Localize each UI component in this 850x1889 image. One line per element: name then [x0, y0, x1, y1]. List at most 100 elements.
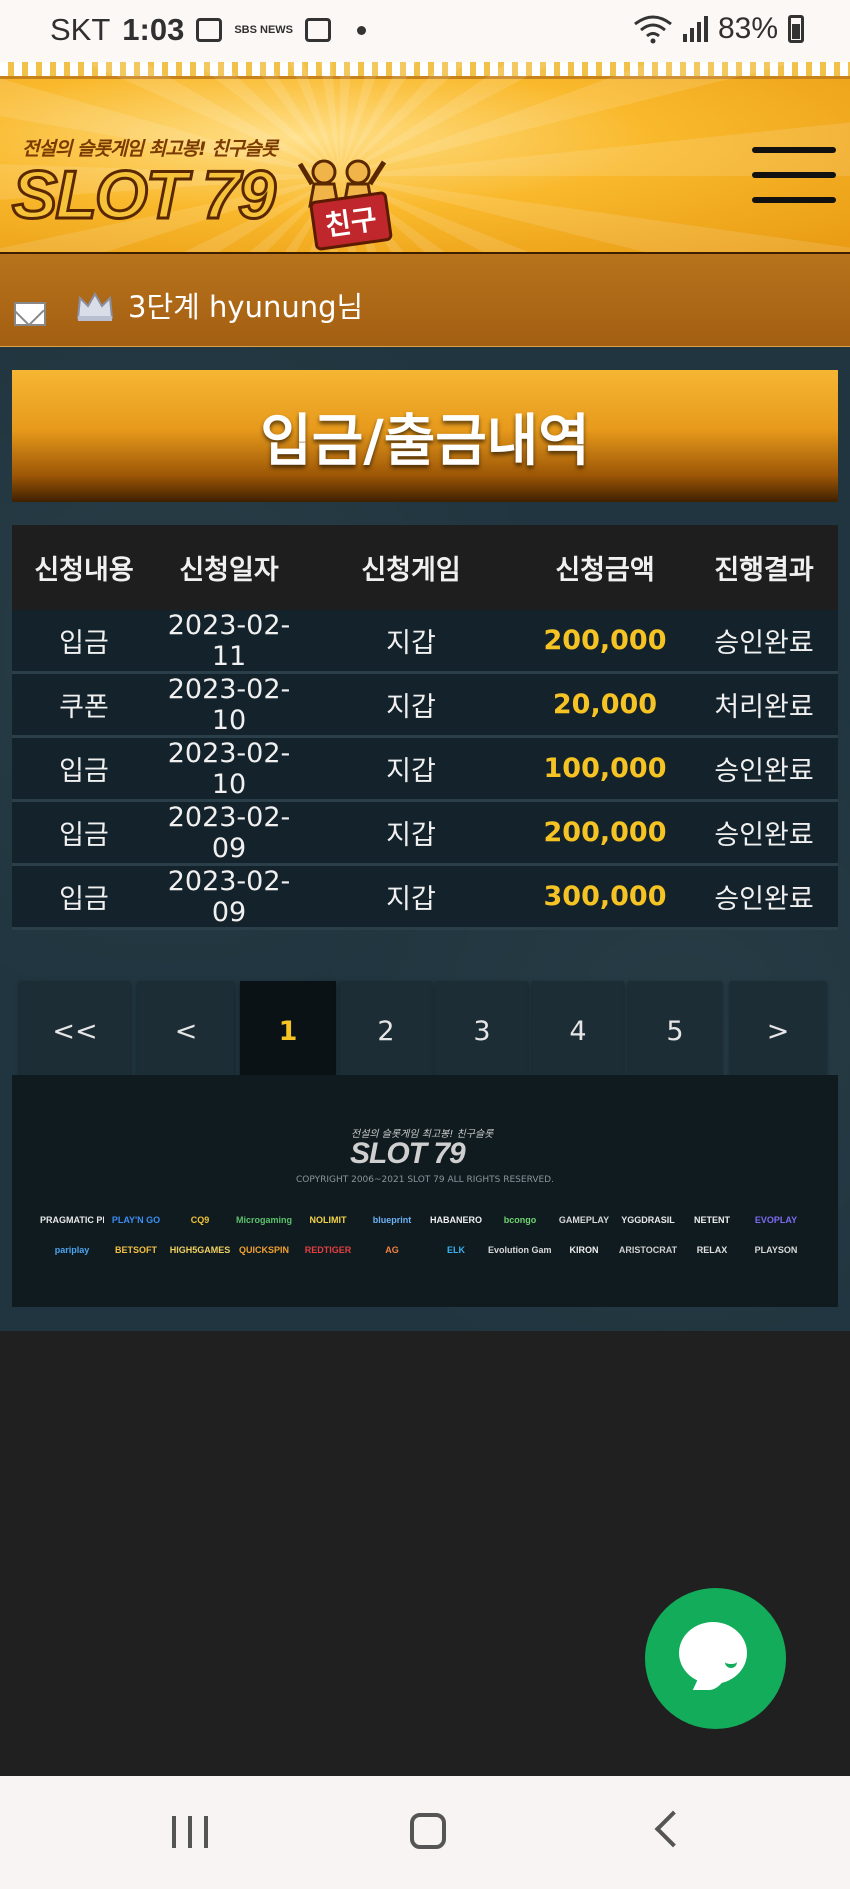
provider-logo: BETSOFT: [115, 1245, 157, 1255]
cell-amount: 300,000: [543, 881, 667, 912]
page-title: 입금/출금내역: [260, 408, 590, 474]
site-header: 전설의 슬롯게임 최고봉! 친구슬롯 SLOT 79 친구: [0, 62, 850, 252]
table-row: 쿠폰 2023-02-10 지갑 20,000 처리완료: [12, 674, 838, 738]
user-bar: 3단계 hyunung님: [0, 252, 850, 349]
cell-game: 지갑: [386, 884, 436, 915]
hamburger-menu-icon[interactable]: [752, 147, 836, 209]
provider-logo: KIRON: [569, 1245, 599, 1255]
provider-logo: Evolution Gaming: [488, 1245, 552, 1255]
table-header: 신청내용 신청일자 신청게임 신청금액 진행결과: [12, 525, 838, 610]
page-button-5[interactable]: 5: [628, 981, 722, 1081]
first-page-button[interactable]: <<: [20, 981, 130, 1081]
cell-type: 입금: [59, 756, 109, 787]
next-page-button[interactable]: >: [730, 981, 826, 1081]
logo-badge: 친구: [308, 190, 393, 252]
table-row: 입금 2023-02-09 지갑 200,000 승인완료: [12, 802, 838, 866]
logo-text: SLOT 79: [11, 156, 278, 235]
cell-game: 지갑: [386, 820, 436, 851]
system-nav-bar: [0, 1776, 850, 1889]
transaction-table: 신청내용 신청일자 신청게임 신청금액 진행결과 입금 2023-02-11 지…: [12, 525, 838, 930]
provider-logo: NETENT: [694, 1215, 730, 1225]
pagination: << < 1 2 3 4 5 >: [20, 981, 830, 1081]
prev-page-button[interactable]: <: [138, 981, 234, 1081]
provider-logo: HIGH5GAMES: [169, 1245, 231, 1255]
cell-game: 지갑: [386, 628, 436, 659]
cell-date: 2023-02-10: [167, 673, 291, 736]
footer-logo-text: SLOT 79: [350, 1137, 466, 1170]
cell-amount: 200,000: [543, 817, 667, 848]
cell-result: 처리완료: [714, 692, 814, 723]
provider-logo: ARISTOCRAT: [618, 1245, 678, 1255]
provider-logo: RELAX: [696, 1245, 728, 1255]
signal-icon: [682, 16, 708, 42]
provider-logos: PRAGMATIC PLAY PLAY'N GO CQ9 Microgaming…: [40, 1205, 820, 1265]
battery-percent: 83%: [717, 12, 778, 45]
cell-date: 2023-02-11: [167, 609, 291, 672]
gallery-icon: [196, 18, 223, 42]
cell-type: 입금: [59, 628, 109, 659]
provider-logo: bcongo: [503, 1215, 537, 1225]
cell-amount: 20,000: [552, 689, 658, 720]
cell-amount: 100,000: [543, 753, 667, 784]
table-row: 입금 2023-02-11 지갑 200,000 승인완료: [12, 610, 838, 674]
footer-logo: 전설의 슬롯게임 최고봉! 친구슬롯 SLOT 79: [337, 1113, 517, 1173]
cell-result: 승인완료: [714, 820, 814, 851]
provider-logo: REDTIGER: [304, 1245, 352, 1255]
mail-icon[interactable]: [14, 302, 46, 326]
home-icon[interactable]: [410, 1813, 446, 1849]
cell-result: 승인완료: [714, 884, 814, 915]
cell-date: 2023-02-09: [167, 865, 291, 928]
page-button-1[interactable]: 1: [240, 981, 336, 1081]
cell-type: 입금: [59, 884, 109, 915]
provider-logo: Microgaming: [235, 1215, 292, 1225]
page-button-3[interactable]: 3: [436, 981, 528, 1081]
provider-logo: ELK: [447, 1245, 465, 1255]
recents-icon[interactable]: [172, 1816, 208, 1848]
provider-logo: YGGDRASIL: [621, 1215, 675, 1225]
provider-logo: EVOPLAY: [754, 1215, 798, 1225]
site-footer: 전설의 슬롯게임 최고봉! 친구슬롯 SLOT 79 COPYRIGHT 200…: [12, 1075, 838, 1307]
provider-logo: PLAYSON: [754, 1245, 798, 1255]
provider-logo: QUICKSPIN: [238, 1245, 289, 1255]
provider-logo: CQ9: [190, 1215, 210, 1225]
column-header: 신청내용: [34, 555, 134, 586]
cell-game: 지갑: [386, 692, 436, 723]
notification-dot-icon: [357, 25, 367, 35]
user-greeting: 3단계 hyunung님: [128, 290, 364, 324]
provider-logo: AG: [385, 1245, 399, 1255]
page-button-2[interactable]: 2: [340, 981, 432, 1081]
provider-logo: blueprint: [372, 1215, 412, 1225]
column-header: 신청게임: [361, 555, 461, 586]
calendar-icon: [305, 18, 332, 42]
page-button-4[interactable]: 4: [532, 981, 624, 1081]
provider-logo: GAMEPLAY: [558, 1215, 610, 1225]
cell-date: 2023-02-10: [167, 737, 291, 800]
cell-type: 입금: [59, 820, 109, 851]
carrier-label: SKT: [50, 12, 111, 47]
cell-type: 쿠폰: [59, 692, 109, 723]
sbs-news-icon: SBS NEWS: [234, 23, 294, 36]
copyright-text: COPYRIGHT 2006~2021 SLOT 79 ALL RIGHTS R…: [296, 1175, 554, 1185]
site-logo[interactable]: 전설의 슬롯게임 최고봉! 친구슬롯 SLOT 79 친구: [11, 106, 402, 252]
column-header: 진행결과: [714, 555, 814, 586]
battery-icon: [788, 15, 804, 43]
provider-logo: NOLIMIT: [309, 1215, 347, 1225]
page-title-bar: 입금/출금내역: [12, 370, 838, 502]
cell-result: 승인완료: [714, 628, 814, 659]
cell-game: 지갑: [386, 756, 436, 787]
provider-logo: PRAGMATIC PLAY: [40, 1215, 104, 1225]
main-content: 입금/출금내역 신청내용 신청일자 신청게임 신청금액 진행결과 입금 2023…: [0, 347, 850, 1331]
back-icon[interactable]: [654, 1810, 692, 1848]
column-header: 신청금액: [555, 555, 655, 586]
status-bar: SKT 1:03 SBS NEWS 83%: [0, 0, 850, 62]
cell-amount: 200,000: [543, 625, 667, 656]
cell-date: 2023-02-09: [167, 801, 291, 864]
table-row: 입금 2023-02-09 지갑 300,000 승인완료: [12, 866, 838, 930]
chat-button[interactable]: [645, 1588, 786, 1729]
clock-time: 1:03: [122, 12, 185, 47]
table-row: 입금 2023-02-10 지갑 100,000 승인완료: [12, 738, 838, 802]
provider-logo: pariplay: [54, 1245, 90, 1255]
cell-result: 승인완료: [714, 756, 814, 787]
provider-logo: HABANERO: [429, 1215, 482, 1225]
provider-logo: PLAY'N GO: [111, 1215, 161, 1225]
